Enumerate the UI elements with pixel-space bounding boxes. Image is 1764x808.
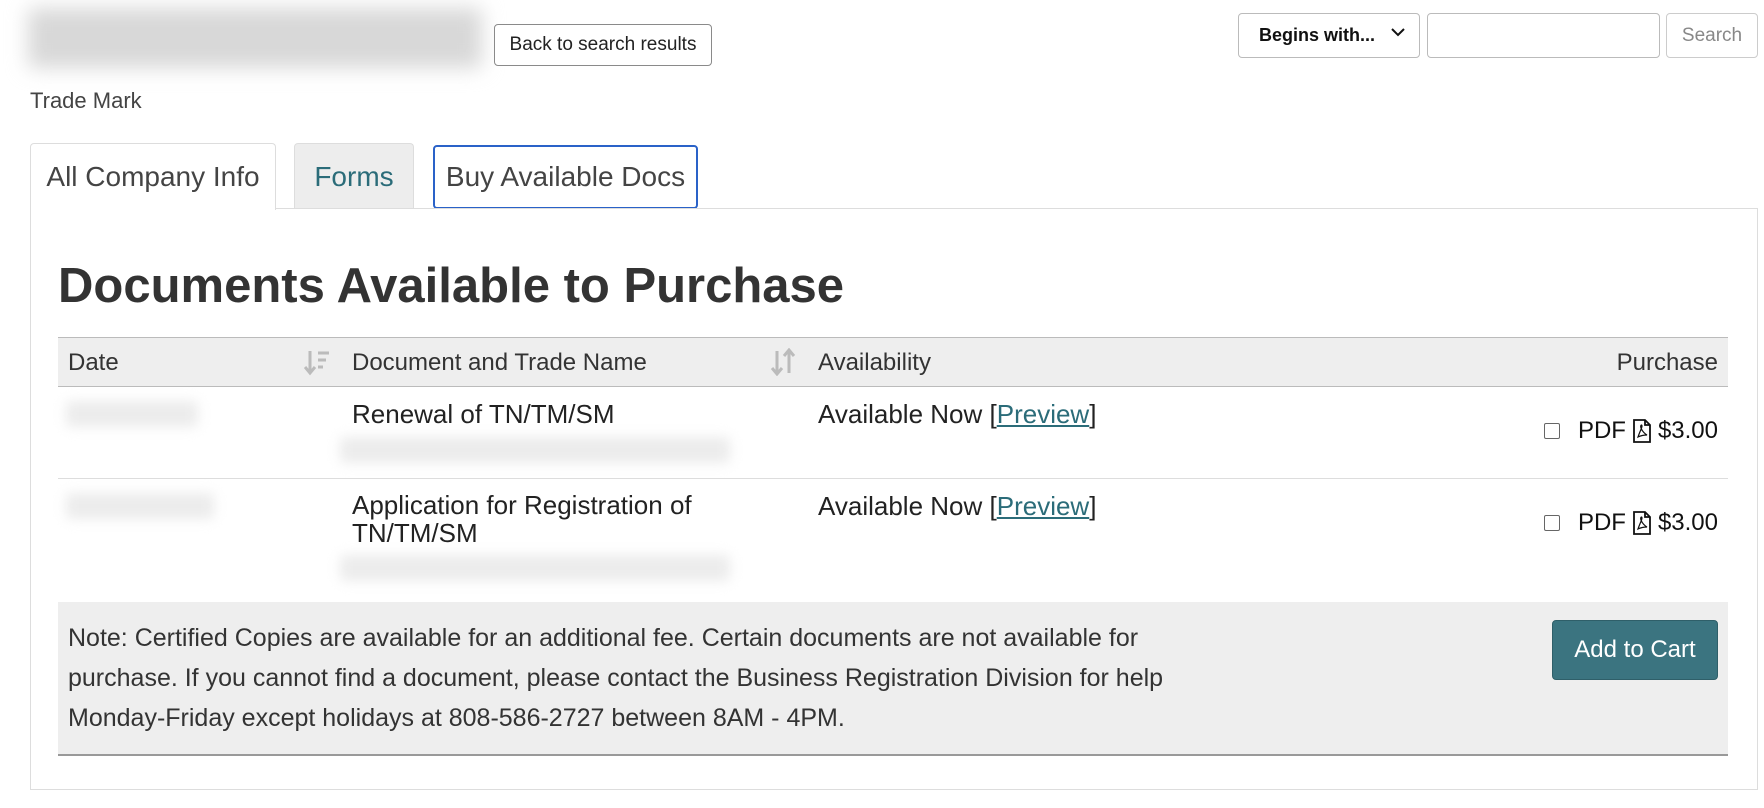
preview-link[interactable]: Preview: [997, 491, 1089, 521]
availability-bracket: ]: [1089, 491, 1097, 521]
redacted-trade-name: [340, 437, 730, 463]
sort-icon[interactable]: [770, 348, 796, 376]
chevron-down-icon: [1391, 28, 1405, 37]
search-mode-select[interactable]: Begins with...: [1238, 13, 1420, 58]
sort-desc-icon[interactable]: [304, 348, 330, 376]
availability-text: Available Now [: [818, 399, 997, 429]
pdf-file-icon: [1633, 511, 1651, 535]
price: $3.00: [1657, 417, 1718, 444]
pdf-file-icon: [1633, 419, 1651, 443]
table-header: Date Document and Trade Name Availabilit…: [58, 337, 1728, 387]
purchase-option: PDF $3.00: [1543, 417, 1718, 445]
purchase-checkbox[interactable]: [1543, 515, 1560, 531]
availability-status: Available Now [Preview]: [818, 399, 1096, 430]
column-header-availability: Availability: [818, 349, 931, 376]
column-header-purchase: Purchase: [1616, 349, 1718, 376]
entity-type-label: Trade Mark: [30, 88, 142, 113]
preview-link[interactable]: Preview: [997, 399, 1089, 429]
purchase-note: Note: Certified Copies are available for…: [68, 624, 1164, 732]
table-row: Application for Registration of TN/TM/SM…: [58, 479, 1728, 602]
format-label: PDF: [1577, 509, 1626, 536]
table-row: Renewal of TN/TM/SM Available Now [Previ…: [58, 387, 1728, 479]
redacted-business-name: [28, 8, 482, 68]
purchase-checkbox[interactable]: [1543, 423, 1560, 439]
back-to-results-button[interactable]: Back to search results: [494, 24, 712, 66]
page-title: Documents Available to Purchase: [58, 259, 845, 313]
search-button[interactable]: Search: [1666, 13, 1758, 58]
document-name: Application for Registration of TN/TM/SM: [352, 490, 692, 548]
availability-text: Available Now [: [818, 491, 997, 521]
tab-buy-available-docs[interactable]: Buy Available Docs: [433, 145, 698, 209]
tab-all-company-info[interactable]: All Company Info: [30, 143, 276, 210]
purchase-note-footer: Note: Certified Copies are available for…: [58, 602, 1728, 756]
search-input[interactable]: [1427, 13, 1660, 58]
column-header-date[interactable]: Date: [68, 349, 119, 377]
tab-forms[interactable]: Forms: [294, 143, 414, 209]
search-mode-value: Begins with...: [1259, 25, 1376, 45]
availability-status: Available Now [Preview]: [818, 491, 1096, 522]
purchase-option: PDF $3.00: [1543, 509, 1718, 537]
document-name: Renewal of TN/TM/SM: [352, 399, 615, 429]
redacted-trade-name: [340, 555, 730, 581]
availability-bracket: ]: [1089, 399, 1097, 429]
price: $3.00: [1657, 509, 1718, 536]
add-to-cart-button[interactable]: Add to Cart: [1552, 620, 1718, 680]
format-label: PDF: [1577, 417, 1626, 444]
redacted-date: [66, 493, 214, 519]
redacted-date: [66, 401, 198, 427]
column-header-document[interactable]: Document and Trade Name: [352, 349, 647, 377]
